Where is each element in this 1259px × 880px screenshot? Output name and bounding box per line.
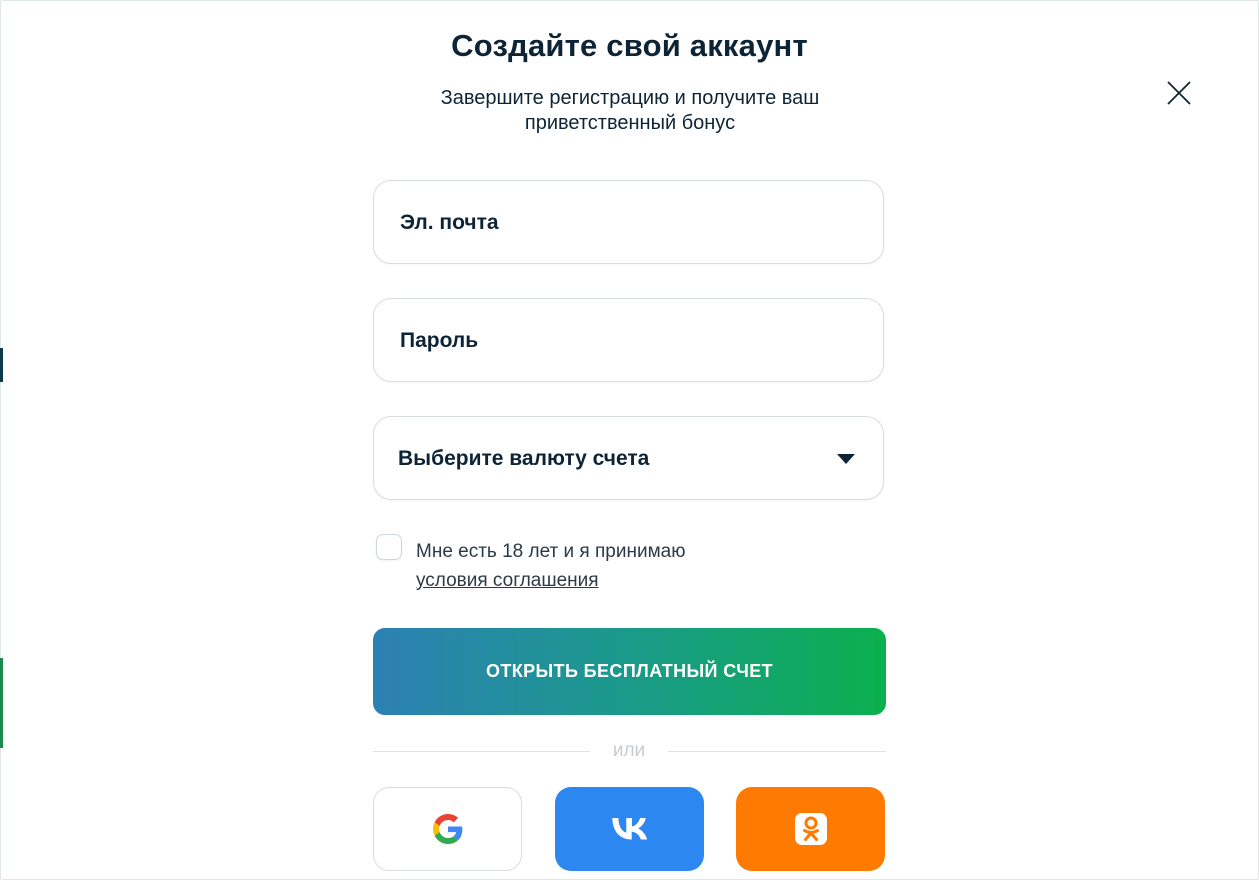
odnoklassniki-icon bbox=[794, 813, 827, 845]
page-subtitle: Завершите регистрацию и получите ваш при… bbox=[440, 87, 820, 134]
agreement-label: Мне есть 18 лет и я принимаю bbox=[416, 541, 686, 562]
close-button[interactable] bbox=[1164, 78, 1194, 108]
chevron-down-icon bbox=[837, 454, 855, 464]
google-login-button[interactable] bbox=[373, 787, 522, 871]
background-edge-green bbox=[0, 658, 3, 748]
divider-line-left bbox=[373, 751, 590, 752]
close-icon bbox=[1167, 81, 1191, 105]
background-edge-dark bbox=[0, 348, 3, 382]
currency-select[interactable]: Выберите валюту счета bbox=[373, 416, 884, 500]
vk-login-button[interactable] bbox=[555, 787, 704, 871]
divider-line-right bbox=[668, 751, 886, 752]
vk-icon bbox=[611, 818, 647, 840]
divider-text: или bbox=[612, 740, 646, 761]
terms-link[interactable]: условия соглашения bbox=[416, 570, 599, 591]
age-agreement-checkbox[interactable] bbox=[376, 534, 402, 560]
password-field-container bbox=[373, 298, 884, 383]
password-field[interactable] bbox=[398, 299, 862, 383]
google-icon bbox=[432, 814, 462, 844]
open-account-button[interactable]: ОТКРЫТЬ БЕСПЛАТНЫЙ СЧЕТ bbox=[373, 628, 886, 715]
email-field-container bbox=[373, 180, 884, 265]
email-field[interactable] bbox=[398, 181, 862, 265]
odnoklassniki-login-button[interactable] bbox=[736, 787, 885, 871]
currency-select-label: Выберите валюту счета bbox=[398, 447, 650, 470]
agreement-text: Мне есть 18 лет и я принимаю условия сог… bbox=[416, 537, 685, 595]
page-title: Создайте свой аккаунт bbox=[451, 28, 808, 63]
